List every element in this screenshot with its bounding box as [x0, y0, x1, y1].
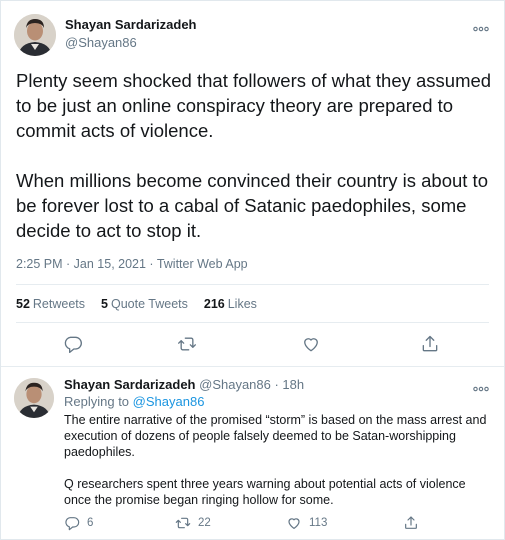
reply-header: Shayan Sardarizadeh @Shayan86 · 18h	[64, 377, 304, 392]
reply-text: The entire narrative of the promised “st…	[64, 412, 494, 508]
tweet-paragraph: When millions become convinced their cou…	[16, 170, 488, 241]
reply-paragraph: Q researchers spent three years warning …	[64, 477, 466, 507]
more-icon[interactable]	[473, 21, 489, 34]
divider	[16, 322, 489, 323]
reply-count: 6	[87, 517, 94, 529]
reply-author-avatar[interactable]	[14, 378, 54, 418]
retweet-icon	[175, 517, 191, 529]
reply-actions: 6 22 113	[1, 515, 505, 533]
reply-icon[interactable]	[63, 334, 85, 356]
more-icon[interactable]	[473, 381, 489, 394]
reply-like-button[interactable]: 113	[286, 515, 327, 531]
like-icon[interactable]	[301, 334, 323, 356]
quotes-stat[interactable]: 5 Quote Tweets	[101, 297, 188, 311]
tweet-actions	[1, 334, 505, 360]
divider	[16, 284, 489, 285]
like-icon	[288, 518, 300, 529]
tweet-timestamp[interactable]: 2:25 PM · Jan 15, 2021 · Twitter Web App	[16, 257, 248, 271]
reply-share-button[interactable]	[403, 515, 419, 531]
like-count: 113	[309, 517, 328, 529]
share-icon	[405, 516, 417, 529]
retweets-stat[interactable]: 52 Retweets	[16, 297, 85, 311]
reply-handle-time[interactable]: @Shayan86 · 18h	[199, 377, 304, 392]
divider	[1, 366, 504, 367]
tweet-card: Shayan Sardarizadeh @Shayan86 Plenty see…	[0, 0, 505, 540]
replying-to-link[interactable]: @Shayan86	[133, 394, 205, 409]
reply-author-name[interactable]: Shayan Sardarizadeh	[64, 377, 196, 392]
author-handle[interactable]: @Shayan86	[65, 35, 137, 50]
tweet-paragraph: Plenty seem shocked that followers of wh…	[16, 70, 492, 141]
reply-reply-button[interactable]: 6	[64, 515, 93, 531]
share-icon[interactable]	[420, 334, 442, 356]
retweet-count: 22	[198, 517, 211, 529]
retweet-icon[interactable]	[177, 334, 199, 356]
tweet-text: Plenty seem shocked that followers of wh…	[16, 68, 496, 243]
tweet-stats: 52 Retweets 5 Quote Tweets 216 Likes	[16, 297, 257, 311]
reply-retweet-button[interactable]: 22	[175, 515, 211, 531]
likes-stat[interactable]: 216 Likes	[204, 297, 257, 311]
author-name[interactable]: Shayan Sardarizadeh	[65, 17, 197, 32]
reply-icon	[65, 517, 80, 531]
reply-paragraph: The entire narrative of the promised “st…	[64, 413, 487, 459]
replying-to: Replying to @Shayan86	[64, 394, 205, 409]
author-avatar[interactable]	[14, 14, 56, 56]
